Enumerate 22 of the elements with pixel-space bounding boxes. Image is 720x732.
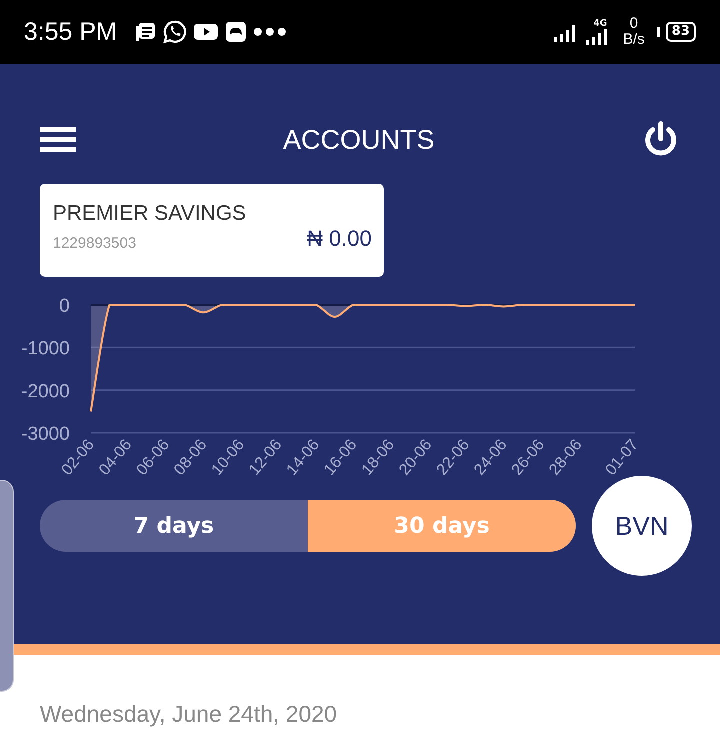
- chat-icon: [163, 20, 188, 44]
- y-tick-label: -2000: [21, 381, 70, 402]
- speed-value: 0: [630, 16, 638, 32]
- clock: 3:55 PM: [24, 18, 118, 46]
- account-number: 1229893503: [53, 235, 136, 252]
- menu-icon[interactable]: [40, 125, 76, 155]
- bvn-button[interactable]: BVN: [592, 476, 692, 576]
- page-title: ACCOUNTS: [283, 124, 435, 156]
- y-tick-label: 0: [59, 296, 70, 317]
- more-icon: [253, 27, 288, 37]
- speed-unit: B/s: [623, 32, 645, 48]
- account-name: PREMIER SAVINGS: [53, 202, 248, 226]
- date-heading: Wednesday, June 24th, 2020: [40, 701, 338, 727]
- account-balance: ₦ 0.00: [307, 226, 372, 252]
- y-tick-label: -1000: [21, 338, 70, 360]
- network-type: 4G: [594, 20, 608, 28]
- period-tab[interactable]: 7 days: [40, 500, 308, 552]
- video-icon: [193, 22, 220, 42]
- news-icon: [135, 21, 158, 43]
- account-card[interactable]: PREMIER SAVINGS 1229893503 ₦ 0.00: [40, 184, 384, 277]
- y-tick-label: -3000: [21, 424, 70, 445]
- battery-level: 83: [666, 22, 696, 42]
